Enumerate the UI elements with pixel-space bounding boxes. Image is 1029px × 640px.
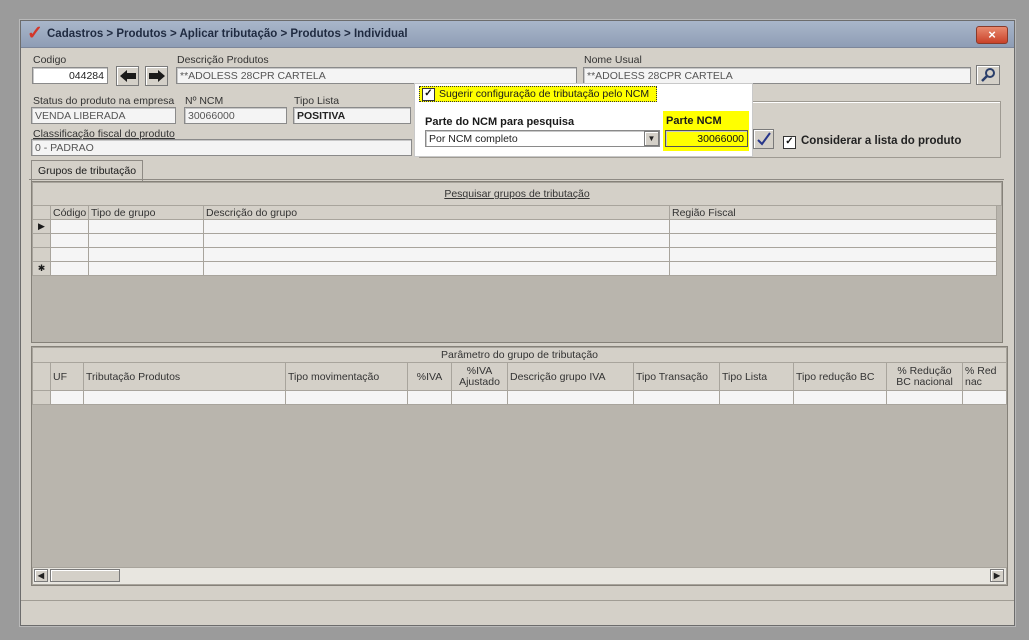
classificacao-field: 0 - PADRAO [31, 139, 412, 156]
table-row[interactable]: ✱ [32, 261, 997, 276]
scroll-left-button[interactable]: ◀ [34, 569, 48, 582]
header-iva-ajustado[interactable]: %IVA Ajustado [451, 362, 508, 391]
scroll-thumb[interactable] [50, 569, 120, 582]
parte-ncm-label: Parte NCM [666, 115, 722, 127]
params-grid-title: Parâmetro do grupo de tributação [32, 347, 1007, 363]
header-tipo-lista[interactable]: Tipo Lista [719, 362, 794, 391]
current-row-indicator: ▶ [32, 219, 51, 234]
descricao-label: Descrição Produtos [177, 54, 269, 66]
previous-product-button[interactable] [116, 66, 139, 86]
nome-usual-label: Nome Usual [584, 54, 642, 66]
params-grid: Parâmetro do grupo de tributação UF Trib… [31, 346, 1008, 586]
sugerir-label: Sugerir configuração de tributação pelo … [439, 88, 650, 100]
header-indicator [32, 362, 51, 391]
sugerir-option[interactable]: ✓ Sugerir configuração de tributação pel… [419, 86, 657, 102]
params-table: UF Tributação Produtos Tipo movimentação… [32, 362, 1007, 405]
tipo-lista-label: Tipo Lista [294, 95, 340, 107]
horizontal-scrollbar[interactable]: ◀ ▶ [32, 567, 1007, 585]
nome-usual-field[interactable]: **ADOLESS 28CPR CARTELA [583, 67, 971, 84]
groups-table: Código Tipo de grupo Descrição do grupo … [32, 205, 997, 276]
app-logo-icon: ✓ [27, 23, 43, 44]
magnifier-icon [981, 68, 995, 82]
header-codigo[interactable]: Código [50, 205, 89, 220]
window-title: Cadastros > Produtos > Aplicar tributaçã… [47, 28, 408, 40]
groups-header-row: Código Tipo de grupo Descrição do grupo … [32, 205, 997, 220]
header-descricao-grupo[interactable]: Descrição do grupo [203, 205, 670, 220]
header-regiao-fiscal[interactable]: Região Fiscal [669, 205, 997, 220]
tab-grupos-tributacao[interactable]: Grupos de tributação [31, 160, 144, 181]
table-row[interactable] [32, 247, 997, 262]
header-descricao-grupo-iva[interactable]: Descrição grupo IVA [507, 362, 634, 391]
header-tributacao-produtos[interactable]: Tributação Produtos [83, 362, 286, 391]
status-field: VENDA LIBERADA [31, 107, 176, 124]
ncm-suggestion-panel: ✓ Sugerir configuração de tributação pel… [414, 83, 753, 157]
header-iva[interactable]: %IVA [407, 362, 452, 391]
groups-grid: Pesquisar grupos de tributação Código Ti… [31, 181, 1003, 343]
header-uf[interactable]: UF [50, 362, 84, 391]
header-indicator [32, 205, 51, 220]
codigo-label: Codigo [33, 54, 67, 66]
parte-ncm-box: Parte NCM 30066000 [663, 111, 749, 151]
title-bar: ✓ Cadastros > Produtos > Aplicar tributa… [21, 21, 1014, 48]
confirm-button[interactable] [753, 129, 774, 149]
ncm-label: Nº NCM [185, 95, 224, 107]
parte-pesquisa-select[interactable]: Por NCM completo ▼ [425, 130, 660, 147]
close-button[interactable]: × [976, 26, 1008, 44]
parte-ncm-field[interactable]: 30066000 [665, 130, 748, 147]
header-reducao-bc-nacional[interactable]: % Redução BC nacional [886, 362, 963, 391]
new-row-indicator: ✱ [32, 261, 51, 276]
status-bar [21, 600, 1014, 625]
header-red-nac[interactable]: % Red nac [962, 362, 1007, 391]
table-row[interactable] [32, 233, 997, 248]
scroll-right-button[interactable]: ▶ [990, 569, 1004, 582]
groups-grid-title-text: Pesquisar grupos de tributação [444, 188, 590, 200]
tab-divider [29, 179, 1004, 180]
parte-pesquisa-label: Parte do NCM para pesquisa [425, 116, 575, 128]
table-row[interactable] [32, 390, 1007, 405]
table-row[interactable]: ▶ [32, 219, 997, 234]
tipo-lista-field: POSITIVA [293, 107, 411, 124]
header-tipo-grupo[interactable]: Tipo de grupo [88, 205, 204, 220]
chevron-down-icon[interactable]: ▼ [644, 131, 659, 146]
header-tipo-movimentacao[interactable]: Tipo movimentação [285, 362, 408, 391]
checkmark-icon [756, 132, 771, 146]
groups-grid-title: Pesquisar grupos de tributação [32, 182, 1002, 206]
next-product-button[interactable] [145, 66, 168, 86]
search-product-button[interactable] [976, 65, 1000, 85]
arrow-left-icon [119, 70, 136, 82]
header-tipo-transacao[interactable]: Tipo Transação [633, 362, 720, 391]
arrow-right-icon [148, 70, 165, 82]
ncm-field: 30066000 [184, 107, 287, 124]
header-tipo-reducao-bc[interactable]: Tipo redução BC [793, 362, 887, 391]
considerar-label: Considerar a lista do produto [801, 135, 962, 147]
codigo-field[interactable]: 044284 [32, 67, 108, 84]
considerar-checkbox[interactable]: ✓ [783, 136, 796, 149]
params-header-row: UF Tributação Produtos Tipo movimentação… [32, 362, 1007, 391]
status-label: Status do produto na empresa [33, 95, 175, 107]
descricao-field[interactable]: **ADOLESS 28CPR CARTELA [176, 67, 577, 84]
sugerir-checkbox[interactable]: ✓ [422, 88, 435, 101]
parte-pesquisa-value: Por NCM completo [429, 133, 518, 145]
